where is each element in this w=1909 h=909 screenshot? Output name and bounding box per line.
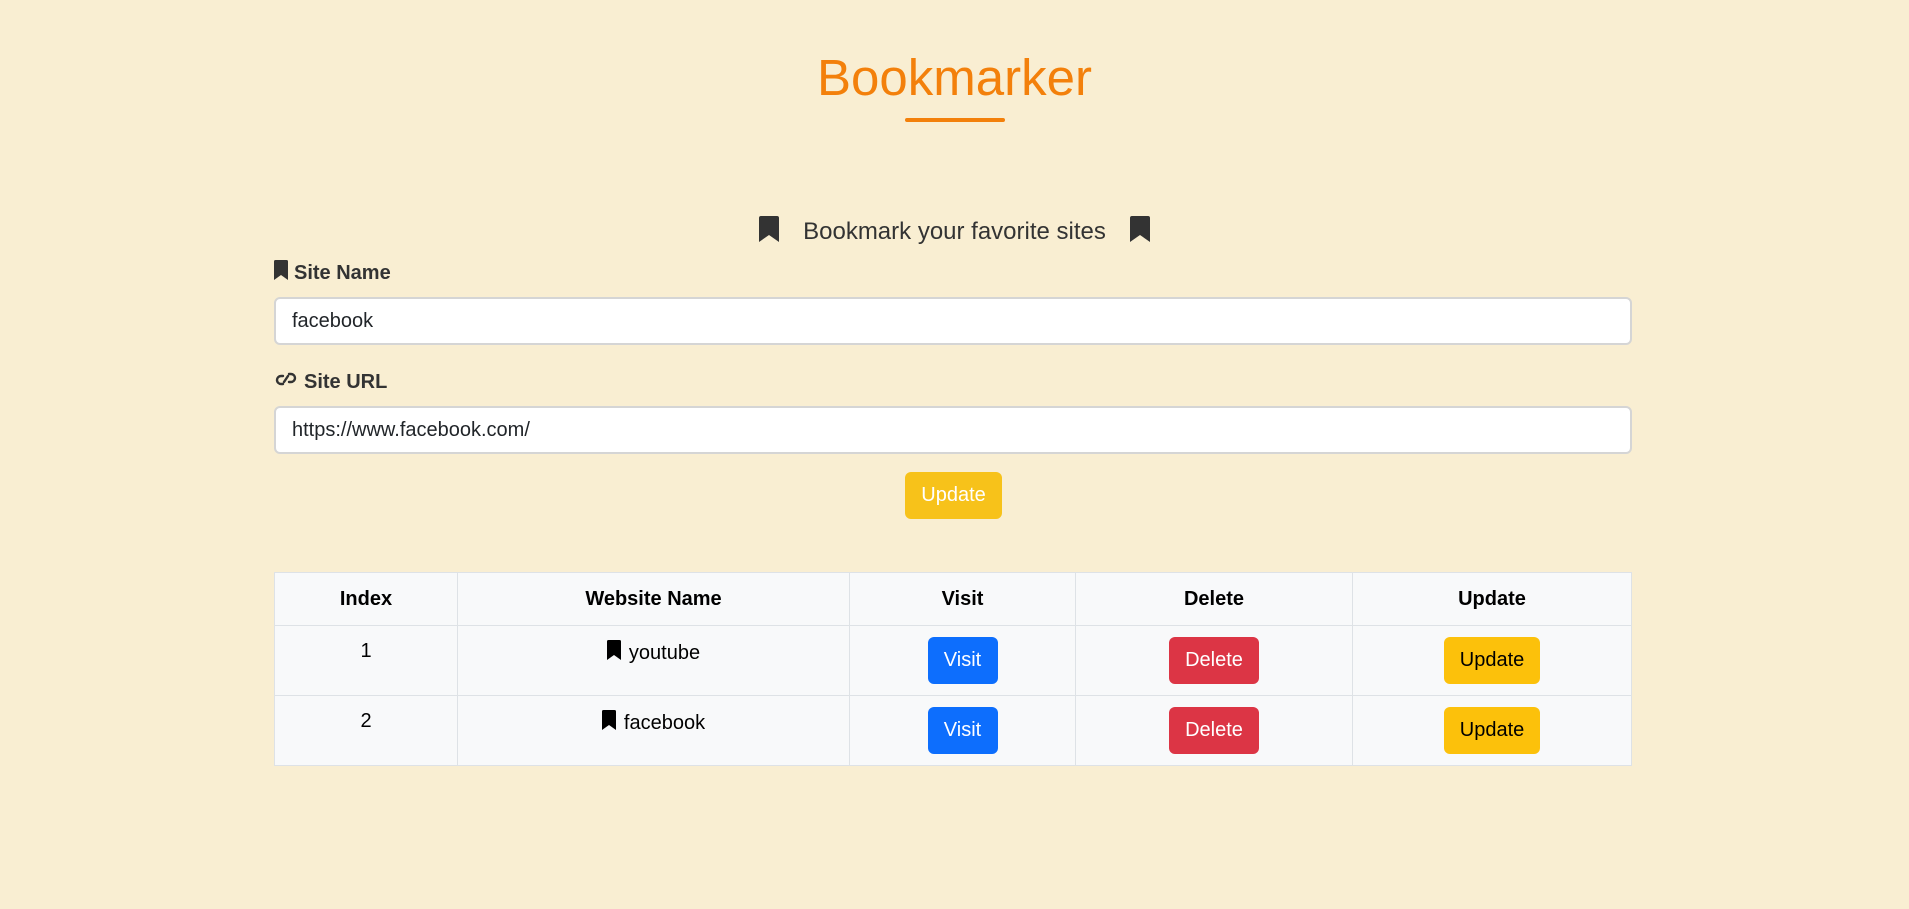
row-visit-cell: Visit [849, 695, 1076, 766]
site-name-input[interactable] [274, 297, 1632, 345]
header-index: Index [274, 572, 458, 626]
page-subtitle: Bookmark your favorite sites [0, 214, 1909, 253]
header-website-name: Website Name [457, 572, 850, 626]
header-visit: Visit [849, 572, 1076, 626]
table-row: 2 facebook Visit Delete Update [274, 695, 1632, 766]
visit-button[interactable]: Visit [927, 637, 998, 684]
delete-button[interactable]: Delete [1169, 707, 1259, 754]
header-delete: Delete [1075, 572, 1353, 626]
site-url-label-text: Site URL [304, 370, 388, 393]
row-website-name: facebook [457, 695, 850, 766]
table-header-row: Index Website Name Visit Delete Update [274, 572, 1632, 626]
update-bookmark-button[interactable]: Update [905, 472, 1002, 519]
row-update-cell: Update [1352, 625, 1632, 696]
row-website-name-text: facebook [623, 711, 706, 734]
row-website-name-text: youtube [628, 641, 701, 664]
header-update: Update [1352, 572, 1632, 626]
page-title: Bookmarker [817, 49, 1092, 106]
delete-button[interactable]: Delete [1169, 637, 1259, 684]
bookmark-icon [274, 260, 288, 286]
update-button[interactable]: Update [1444, 707, 1540, 754]
site-name-label: Site Name [274, 260, 391, 286]
bookmark-icon [759, 216, 780, 253]
row-website-name: youtube [457, 625, 850, 696]
title-underline [904, 118, 1005, 122]
subtitle-text: Bookmark your favorite sites [803, 218, 1106, 245]
site-url-label: Site URL [274, 369, 387, 395]
update-button[interactable]: Update [1444, 637, 1540, 684]
table-row: 1 youtube Visit Delete Update [274, 625, 1632, 696]
link-icon [274, 369, 298, 395]
row-index: 2 [274, 695, 458, 766]
site-url-input[interactable] [274, 406, 1632, 454]
bookmark-icon [601, 710, 616, 736]
bookmarks-table: Index Website Name Visit Delete Update 1… [274, 572, 1632, 766]
row-index: 1 [274, 625, 458, 696]
site-name-label-text: Site Name [294, 261, 391, 284]
bookmark-icon [1129, 216, 1150, 253]
visit-button[interactable]: Visit [927, 707, 998, 754]
row-delete-cell: Delete [1075, 695, 1353, 766]
row-delete-cell: Delete [1075, 625, 1353, 696]
row-update-cell: Update [1352, 695, 1632, 766]
row-visit-cell: Visit [849, 625, 1076, 696]
page-header: Bookmarker [0, 48, 1909, 122]
bookmark-icon [606, 640, 621, 666]
